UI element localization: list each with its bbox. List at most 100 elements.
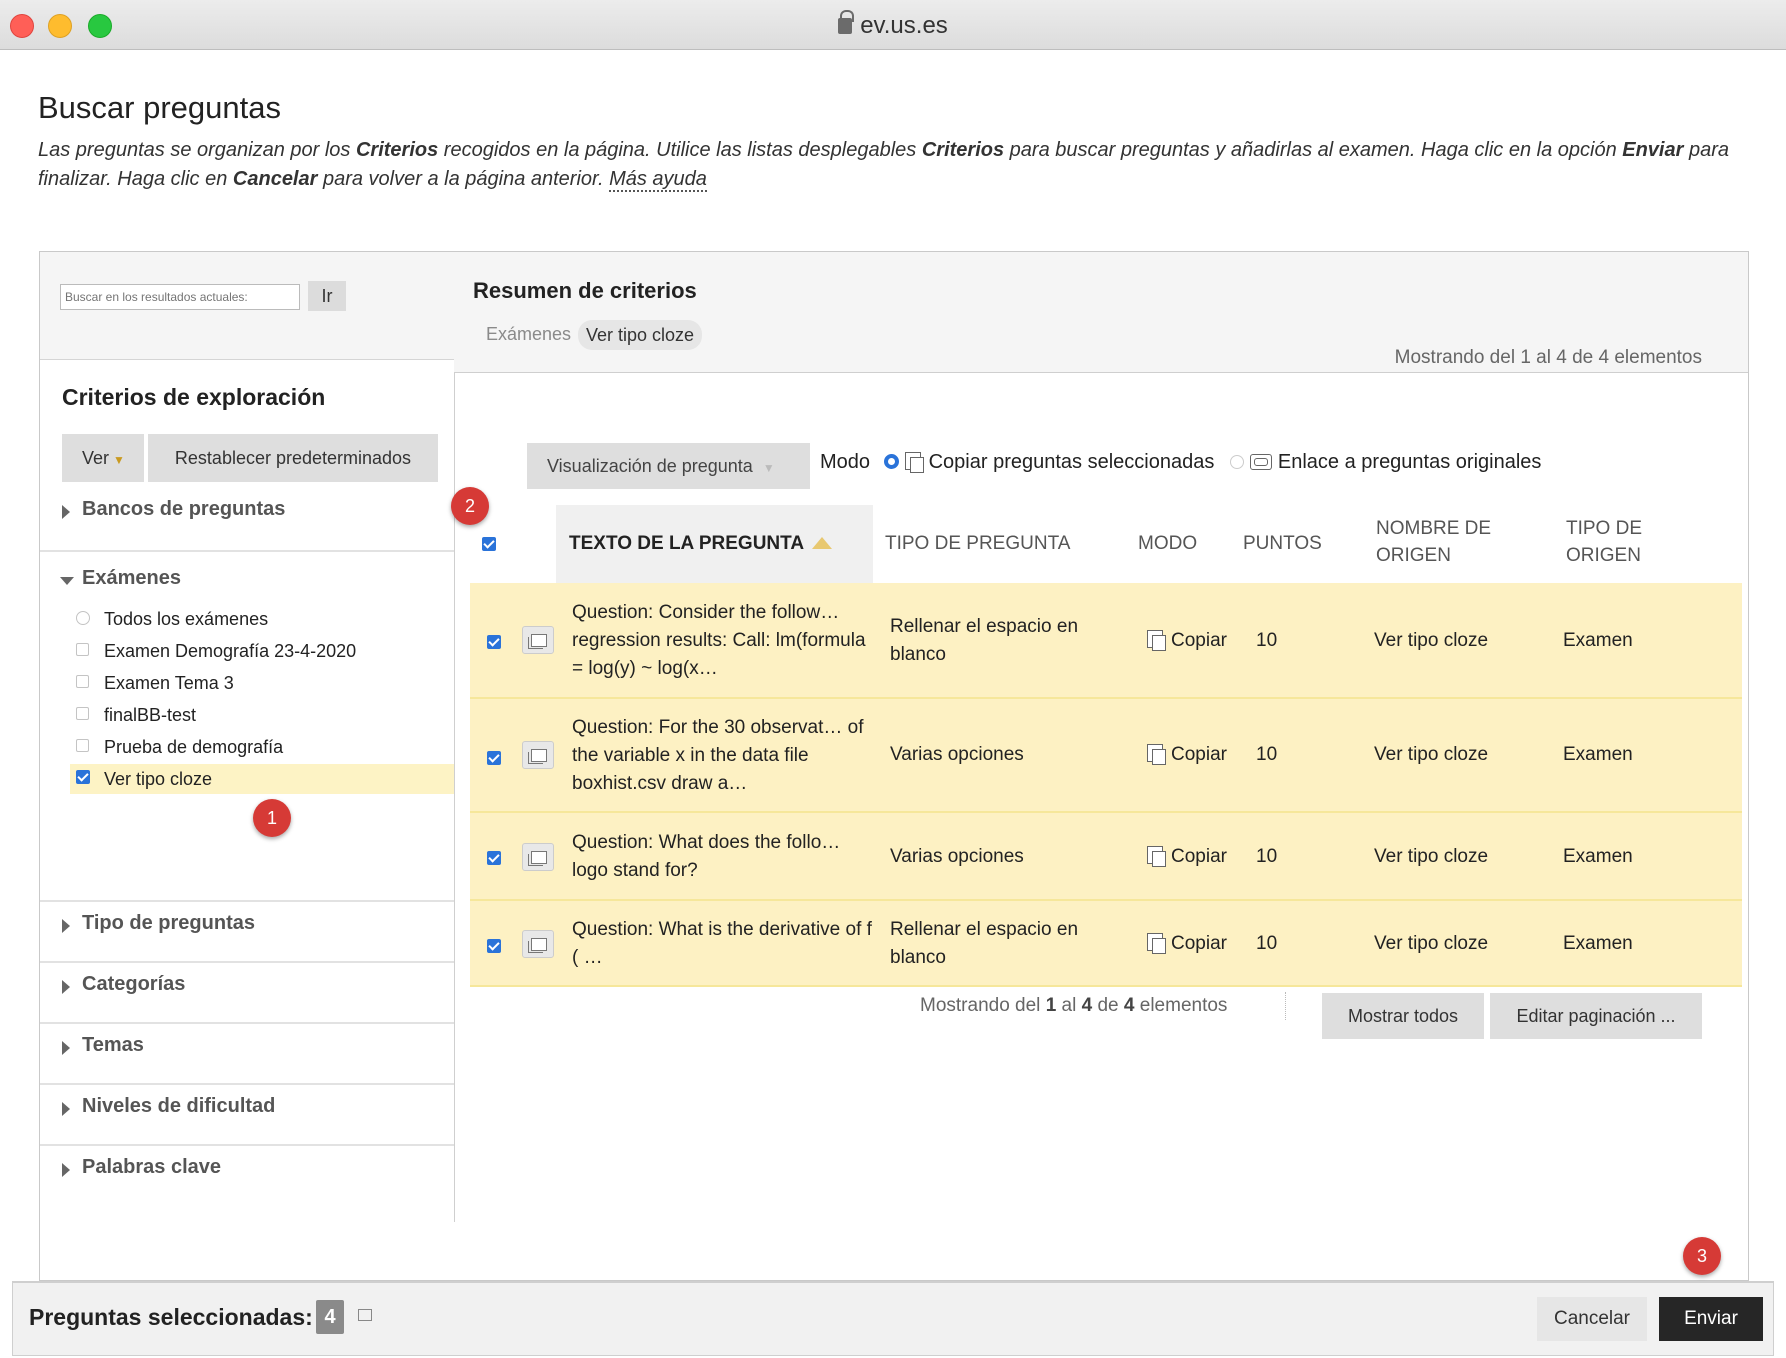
table-row[interactable]: Question: For the 30 observat… of the va… [470, 699, 1742, 813]
search-results-input[interactable] [60, 284, 300, 310]
question-mode: Copiar [1147, 843, 1227, 871]
mode-label: Modo [820, 451, 871, 473]
question-type: Rellenar el espacio en blanco [890, 919, 1079, 968]
show-all-button[interactable]: Mostrar todos [1322, 993, 1484, 1039]
cancel-button[interactable]: Cancelar [1537, 1297, 1647, 1341]
expand-selection-icon[interactable] [358, 1309, 372, 1321]
address-bar[interactable]: ev.us.es [0, 10, 1786, 40]
question-mode: Copiar [1147, 930, 1227, 958]
question-points: 10 [1256, 933, 1278, 954]
row-checkbox[interactable] [487, 751, 501, 765]
column-header-question-type[interactable]: TIPO DE PREGUNTA [885, 505, 1115, 583]
table-row[interactable]: Question: Consider the follow… regressio… [470, 583, 1742, 699]
step-marker-1: 1 [253, 799, 291, 837]
preview-icon[interactable] [522, 930, 554, 958]
row-checkbox[interactable] [487, 635, 501, 649]
intro-bold: Cancelar [232, 168, 318, 190]
column-header-mode[interactable]: MODO [1138, 505, 1218, 583]
sort-ascending-icon [812, 537, 833, 549]
row-checkbox[interactable] [487, 851, 501, 865]
origin-type: Examen [1563, 933, 1633, 954]
criteria-summary-label: Exámenes [486, 324, 572, 344]
copy-icon [1147, 744, 1166, 765]
origin-name: Ver tipo cloze [1374, 744, 1489, 765]
chevron-down-icon: ▼ [762, 461, 775, 475]
collapse-arrow-icon [60, 577, 74, 585]
page-title: Buscar preguntas [38, 90, 281, 125]
exam-option-selected[interactable]: Ver tipo cloze [70, 764, 454, 794]
divider [40, 1144, 454, 1146]
mode-copy-radio[interactable] [883, 454, 899, 469]
exam-option[interactable]: finalBB-test [70, 700, 454, 730]
select-all-checkbox[interactable] [482, 537, 496, 551]
question-text[interactable]: Question: Consider the follow… regressio… [572, 599, 877, 683]
pager-text: Mostrando del [920, 995, 1046, 1016]
expand-arrow-icon [62, 980, 70, 994]
browse-criteria-title: Criterios de exploración [62, 384, 326, 410]
section-topics[interactable]: Temas [40, 1034, 454, 1057]
criteria-chip[interactable]: Ver tipo cloze [578, 320, 703, 350]
copy-icon [904, 452, 924, 473]
radio-button[interactable] [76, 611, 90, 625]
table-row[interactable]: Question: What is the derivative of f ( … [470, 901, 1742, 987]
preview-icon[interactable] [522, 741, 554, 769]
mode-selector: Modo Copiar preguntas seleccionadas Enla… [820, 444, 1541, 480]
more-help-link[interactable]: Más ayuda [609, 168, 707, 192]
mode-copy-label[interactable]: Copiar preguntas seleccionadas [929, 451, 1215, 473]
divider [40, 1083, 454, 1085]
intro-text: Las preguntas se organizan por los [38, 139, 356, 161]
section-label: Tipo de preguntas [82, 912, 255, 934]
copy-icon [1147, 630, 1166, 651]
intro-bold: Criterios [921, 139, 1005, 161]
preview-icon[interactable] [522, 843, 554, 871]
edit-pagination-button[interactable]: Editar paginación ... [1490, 993, 1702, 1039]
question-search-panel: Ir Resumen de criterios Exámenes Ver tip… [39, 251, 1749, 1281]
table-row[interactable]: Question: What does the follo… logo stan… [470, 813, 1742, 901]
section-difficulty[interactable]: Niveles de dificultad [40, 1095, 454, 1118]
question-text[interactable]: Question: For the 30 observat… of the va… [572, 714, 877, 798]
section-question-types[interactable]: Tipo de preguntas [40, 912, 454, 935]
column-label: TEXTO DE LA PREGUNTA [569, 533, 805, 554]
question-display-dropdown[interactable]: Visualización de pregunta ▼ [527, 443, 810, 489]
results-count-top: Mostrando del 1 al 4 de 4 elementos [1394, 347, 1702, 368]
exam-option-all[interactable]: Todos los exámenes [70, 604, 454, 634]
column-header-points[interactable]: PUNTOS [1243, 505, 1333, 583]
page-instructions: Las preguntas se organizan por los Crite… [38, 136, 1738, 194]
checked-checkbox[interactable] [76, 770, 90, 784]
pagination-status: Mostrando del 1 al 4 de 4 elementos [920, 992, 1227, 1020]
origin-name: Ver tipo cloze [1374, 933, 1489, 954]
column-header-question-text[interactable]: TEXTO DE LA PREGUNTA [556, 505, 873, 583]
pager-text: al [1056, 995, 1082, 1016]
checkbox[interactable] [76, 643, 89, 656]
exam-option[interactable]: Prueba de demografía [70, 732, 454, 762]
column-header-origin-name[interactable]: NOMBRE DE ORIGEN [1376, 505, 1516, 583]
section-keywords[interactable]: Palabras clave [40, 1156, 454, 1179]
row-checkbox[interactable] [487, 939, 501, 953]
content-divider [454, 372, 1748, 373]
window-titlebar: ev.us.es [0, 0, 1786, 50]
exam-option[interactable]: Examen Tema 3 [70, 668, 454, 698]
mode-link-label[interactable]: Enlace a preguntas originales [1278, 451, 1542, 473]
checkbox[interactable] [76, 707, 89, 720]
checkbox[interactable] [76, 675, 89, 688]
mode-link-radio[interactable] [1229, 455, 1244, 469]
section-question-banks[interactable]: Bancos de preguntas [40, 498, 454, 521]
link-icon [1249, 454, 1272, 470]
question-text[interactable]: Question: What is the derivative of f ( … [572, 916, 877, 972]
column-header-origin-type[interactable]: TIPO DE ORIGEN [1566, 505, 1676, 583]
checkbox[interactable] [76, 739, 89, 752]
origin-type: Examen [1563, 846, 1633, 867]
question-text[interactable]: Question: What does the follo… logo stan… [572, 829, 877, 885]
section-exams[interactable]: Exámenes [40, 567, 454, 590]
search-go-button[interactable]: Ir [308, 281, 346, 311]
submit-button[interactable]: Enviar [1659, 1297, 1763, 1341]
preview-icon[interactable] [522, 626, 554, 654]
view-dropdown-button[interactable]: Ver ▼ [62, 434, 144, 482]
step-marker-2: 2 [451, 487, 489, 525]
section-categories[interactable]: Categorías [40, 973, 454, 996]
origin-type: Examen [1563, 744, 1633, 765]
exam-label: finalBB-test [104, 705, 197, 725]
exam-label: Examen Tema 3 [104, 673, 234, 693]
exam-option[interactable]: Examen Demografía 23-4-2020 [70, 636, 454, 666]
reset-defaults-button[interactable]: Restablecer predeterminados [148, 434, 438, 482]
